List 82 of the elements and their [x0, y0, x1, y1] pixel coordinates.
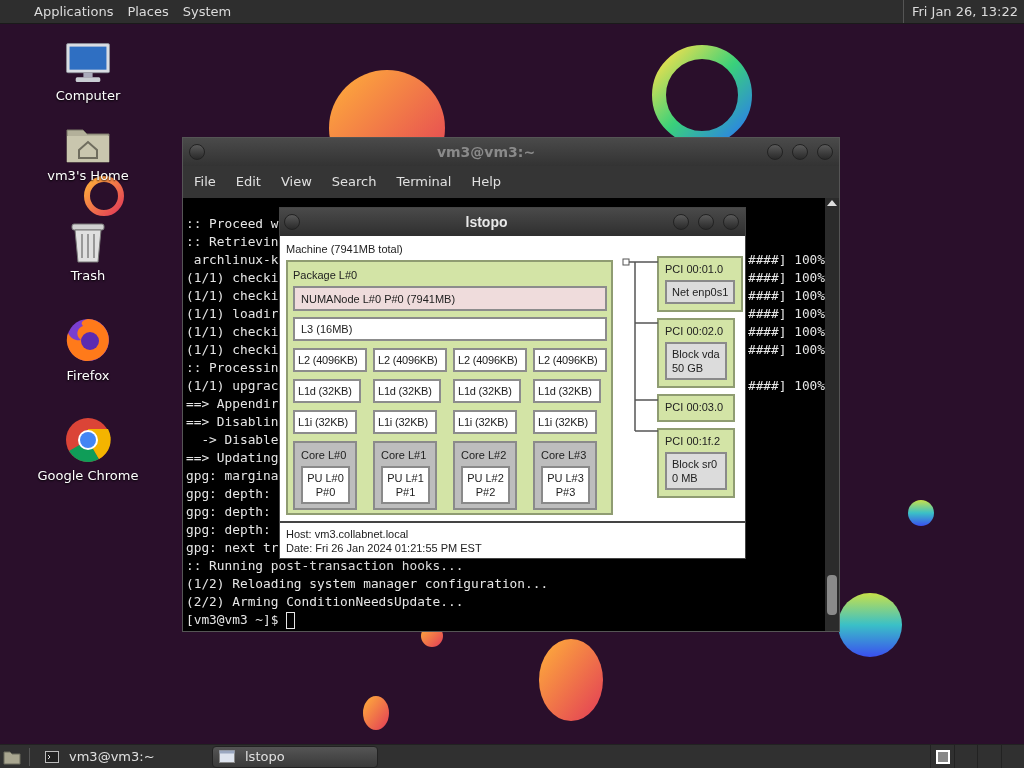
panel-menu[interactable]: Applications — [34, 1, 114, 22]
cache-box: L1i (32KB) — [453, 410, 517, 434]
terminal-line: (1/1) loadir — [186, 305, 279, 323]
desktop-icon-label[interactable]: Trash — [70, 265, 106, 285]
taskbar-button[interactable]: vm3@vm3:~ — [38, 745, 204, 768]
terminal-line: gpg: next tr — [186, 539, 279, 557]
clock[interactable]: Fri Jan 26, 13:22 — [911, 1, 1018, 22]
desktop-icon-label[interactable]: vm3's Home — [47, 165, 129, 185]
terminal-line: (1/1) checki — [186, 323, 279, 341]
terminal-line: ####] 100% — [747, 341, 825, 359]
terminal-line: gpg: depth: — [186, 485, 272, 503]
device-box: Block vda 50 GB — [665, 342, 727, 380]
terminal-line: :: Proceed w — [186, 215, 279, 233]
pu-box: PU L#1 P#1 — [381, 466, 430, 504]
terminal-line: (2/2) Arming ConditionNeedsUpdate... — [186, 593, 464, 611]
menu-item[interactable]: File — [194, 172, 216, 192]
cache-box: L1d (32KB) — [373, 379, 441, 403]
panel-menu[interactable]: Places — [127, 1, 169, 22]
cache-box: L1i (32KB) — [373, 410, 437, 434]
core-label: Core L#0 — [301, 448, 348, 463]
pci-label: PCI 00:03.0 — [665, 400, 725, 414]
terminal-line: ####] 100% — [747, 251, 825, 269]
terminal-line: (1/1) checki — [186, 287, 279, 305]
terminal-line: ==> Updating — [186, 449, 279, 467]
terminal-line: ####] 100% — [747, 305, 825, 323]
core-label: Core L#3 — [541, 448, 588, 463]
terminal-line: (1/1) upgrac — [186, 377, 279, 395]
terminal-line: :: Retrievin — [186, 233, 279, 251]
terminal-line: gpg: margina — [186, 467, 279, 485]
cache-box: L2 (4096KB) — [453, 348, 527, 372]
menu-item[interactable]: Edit — [235, 172, 261, 192]
cache-box: L1d (32KB) — [293, 379, 361, 403]
package-label: Package L#0 — [293, 268, 359, 283]
menu-item[interactable]: Terminal — [396, 172, 452, 192]
date-info: Date: Fri 26 Jan 2024 01:21:55 PM EST — [286, 541, 483, 555]
cache-box: L2 (4096KB) — [293, 348, 367, 372]
pu-box: PU L#3 P#3 — [541, 466, 590, 504]
terminal-line: -> Disable — [200, 431, 279, 449]
shell-prompt: [vm3@vm3 ~]$ — [186, 611, 280, 629]
menu-item[interactable]: Search — [331, 172, 377, 192]
device-box: Block sr0 0 MB — [665, 452, 727, 490]
terminal-line: (1/1) checki — [186, 341, 279, 359]
window-title: vm3@vm3:~ — [435, 142, 537, 162]
pci-label: PCI 00:02.0 — [665, 324, 725, 338]
taskbar-button[interactable]: lstopo — [212, 745, 378, 768]
pci-label: PCI 00:1f.2 — [665, 434, 722, 448]
core-label: Core L#2 — [461, 448, 508, 463]
terminal-line: gpg: depth: — [186, 503, 272, 521]
terminal-line: gpg: depth: — [186, 521, 272, 539]
machine-label: Machine (7941MB total) — [286, 242, 404, 256]
menu-item[interactable]: Help — [471, 172, 502, 192]
cache-box: L2 (4096KB) — [373, 348, 447, 372]
terminal-line: ####] 100% — [747, 287, 825, 305]
window-title: lstopo — [464, 212, 509, 232]
terminal-line: :: Processin — [186, 359, 279, 377]
terminal-line: (1/1) checki — [186, 269, 279, 287]
desktop-icon-label[interactable]: Firefox — [66, 365, 110, 385]
menu-item[interactable]: View — [280, 172, 312, 192]
terminal-line: (1/2) Reloading system manager configuration... — [186, 575, 549, 593]
desktop-icon-label[interactable]: Computer — [55, 85, 121, 105]
cache-box: L2 (4096KB) — [533, 348, 607, 372]
core-label: Core L#1 — [381, 448, 428, 463]
terminal-line: ==> Appendir — [186, 395, 279, 413]
panel-menu[interactable]: System — [182, 1, 232, 22]
cache-box: L1i (32KB) — [533, 410, 597, 434]
terminal-line: ==> Disablin — [186, 413, 279, 431]
cache-box: L1d (32KB) — [453, 379, 521, 403]
terminal-line: :: Running post-transaction hooks... — [186, 557, 464, 575]
cache-box: L1d (32KB) — [533, 379, 601, 403]
terminal-line: archlinux-k — [192, 251, 279, 269]
terminal-line: ####] 100% — [747, 377, 825, 395]
pu-box: PU L#0 P#0 — [301, 466, 350, 504]
cache-box: L1i (32KB) — [293, 410, 357, 434]
desktop-icon-label[interactable]: Google Chrome — [37, 465, 139, 485]
terminal-line: ####] 100% — [747, 269, 825, 287]
pu-box: PU L#2 P#2 — [461, 466, 510, 504]
numa-node-box: NUMANode L#0 P#0 (7941MB) — [293, 286, 607, 311]
device-box: Net enp0s1 — [665, 280, 736, 304]
cache-box: L3 (16MB) — [293, 317, 607, 341]
pci-label: PCI 00:01.0 — [665, 262, 725, 276]
terminal-line: ####] 100% — [747, 323, 825, 341]
host-info: Host: vm3.collabnet.local — [286, 527, 410, 541]
